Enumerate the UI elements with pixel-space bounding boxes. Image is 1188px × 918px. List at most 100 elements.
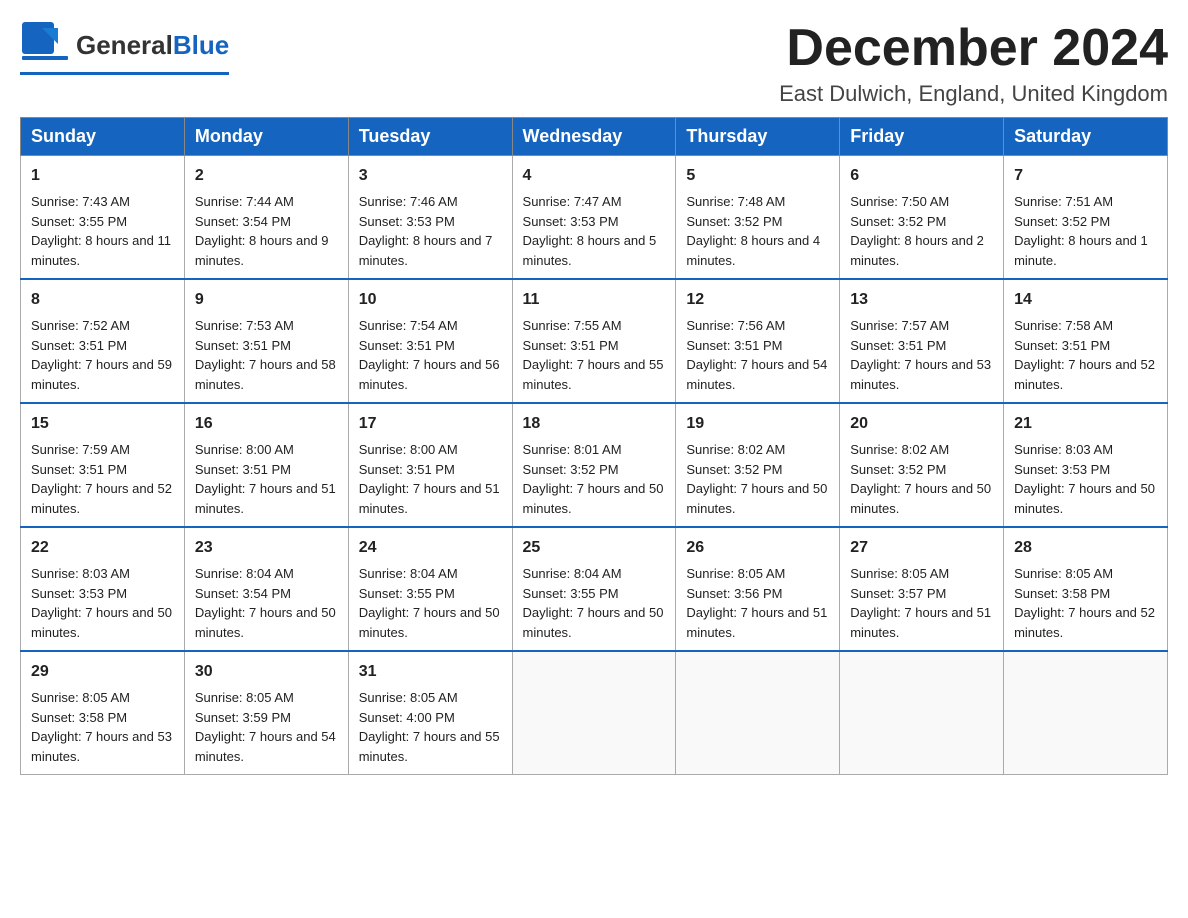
- day-number: 17: [359, 412, 502, 436]
- sunset-label: Sunset: 3:52 PM: [686, 214, 782, 229]
- daylight-label: Daylight: 7 hours and 50 minutes.: [523, 481, 664, 516]
- sunrise-label: Sunrise: 7:58 AM: [1014, 318, 1113, 333]
- sunrise-label: Sunrise: 8:00 AM: [359, 442, 458, 457]
- page-header: GeneralBlue December 2024 East Dulwich, …: [20, 20, 1168, 107]
- calendar-cell: 22 Sunrise: 8:03 AM Sunset: 3:53 PM Dayl…: [21, 527, 185, 651]
- calendar-cell: 6 Sunrise: 7:50 AM Sunset: 3:52 PM Dayli…: [840, 156, 1004, 280]
- day-number: 8: [31, 288, 174, 312]
- calendar-cell: 26 Sunrise: 8:05 AM Sunset: 3:56 PM Dayl…: [676, 527, 840, 651]
- calendar-cell: 31 Sunrise: 8:05 AM Sunset: 4:00 PM Dayl…: [348, 651, 512, 775]
- daylight-label: Daylight: 7 hours and 52 minutes.: [31, 481, 172, 516]
- daylight-label: Daylight: 7 hours and 56 minutes.: [359, 357, 500, 392]
- sunset-label: Sunset: 3:52 PM: [686, 462, 782, 477]
- day-number: 12: [686, 288, 829, 312]
- sunrise-label: Sunrise: 7:50 AM: [850, 194, 949, 209]
- calendar-cell: 12 Sunrise: 7:56 AM Sunset: 3:51 PM Dayl…: [676, 279, 840, 403]
- calendar-cell: 7 Sunrise: 7:51 AM Sunset: 3:52 PM Dayli…: [1004, 156, 1168, 280]
- day-number: 25: [523, 536, 666, 560]
- sunset-label: Sunset: 3:51 PM: [195, 338, 291, 353]
- sunset-label: Sunset: 3:55 PM: [359, 586, 455, 601]
- sunset-label: Sunset: 3:52 PM: [1014, 214, 1110, 229]
- day-number: 1: [31, 164, 174, 188]
- day-number: 21: [1014, 412, 1157, 436]
- daylight-label: Daylight: 8 hours and 1 minute.: [1014, 233, 1148, 268]
- location: East Dulwich, England, United Kingdom: [779, 81, 1168, 107]
- day-number: 23: [195, 536, 338, 560]
- sunset-label: Sunset: 3:51 PM: [523, 338, 619, 353]
- sunset-label: Sunset: 3:53 PM: [1014, 462, 1110, 477]
- calendar-cell: 16 Sunrise: 8:00 AM Sunset: 3:51 PM Dayl…: [184, 403, 348, 527]
- sunrise-label: Sunrise: 7:46 AM: [359, 194, 458, 209]
- calendar-header-row: Sunday Monday Tuesday Wednesday Thursday…: [21, 118, 1168, 156]
- calendar-week-row: 1 Sunrise: 7:43 AM Sunset: 3:55 PM Dayli…: [21, 156, 1168, 280]
- day-number: 24: [359, 536, 502, 560]
- calendar-cell: 29 Sunrise: 8:05 AM Sunset: 3:58 PM Dayl…: [21, 651, 185, 775]
- sunset-label: Sunset: 3:52 PM: [523, 462, 619, 477]
- daylight-label: Daylight: 8 hours and 5 minutes.: [523, 233, 657, 268]
- calendar-table: Sunday Monday Tuesday Wednesday Thursday…: [20, 117, 1168, 775]
- sunset-label: Sunset: 3:54 PM: [195, 214, 291, 229]
- sunrise-label: Sunrise: 8:05 AM: [359, 690, 458, 705]
- calendar-cell: 10 Sunrise: 7:54 AM Sunset: 3:51 PM Dayl…: [348, 279, 512, 403]
- day-number: 29: [31, 660, 174, 684]
- sunrise-label: Sunrise: 7:57 AM: [850, 318, 949, 333]
- col-friday: Friday: [840, 118, 1004, 156]
- sunset-label: Sunset: 3:51 PM: [31, 338, 127, 353]
- daylight-label: Daylight: 7 hours and 58 minutes.: [195, 357, 336, 392]
- title-block: December 2024 East Dulwich, England, Uni…: [779, 20, 1168, 107]
- calendar-cell: [840, 651, 1004, 775]
- daylight-label: Daylight: 7 hours and 55 minutes.: [523, 357, 664, 392]
- calendar-cell: 17 Sunrise: 8:00 AM Sunset: 3:51 PM Dayl…: [348, 403, 512, 527]
- daylight-label: Daylight: 7 hours and 50 minutes.: [1014, 481, 1155, 516]
- calendar-cell: 13 Sunrise: 7:57 AM Sunset: 3:51 PM Dayl…: [840, 279, 1004, 403]
- daylight-label: Daylight: 7 hours and 54 minutes.: [686, 357, 827, 392]
- calendar-cell: 9 Sunrise: 7:53 AM Sunset: 3:51 PM Dayli…: [184, 279, 348, 403]
- calendar-week-row: 15 Sunrise: 7:59 AM Sunset: 3:51 PM Dayl…: [21, 403, 1168, 527]
- sunrise-label: Sunrise: 7:53 AM: [195, 318, 294, 333]
- day-number: 11: [523, 288, 666, 312]
- day-number: 27: [850, 536, 993, 560]
- calendar-cell: 3 Sunrise: 7:46 AM Sunset: 3:53 PM Dayli…: [348, 156, 512, 280]
- calendar-cell: 28 Sunrise: 8:05 AM Sunset: 3:58 PM Dayl…: [1004, 527, 1168, 651]
- sunrise-label: Sunrise: 7:48 AM: [686, 194, 785, 209]
- sunrise-label: Sunrise: 8:05 AM: [31, 690, 130, 705]
- daylight-label: Daylight: 8 hours and 11 minutes.: [31, 233, 171, 268]
- calendar-week-row: 22 Sunrise: 8:03 AM Sunset: 3:53 PM Dayl…: [21, 527, 1168, 651]
- sunset-label: Sunset: 4:00 PM: [359, 710, 455, 725]
- daylight-label: Daylight: 7 hours and 51 minutes.: [359, 481, 500, 516]
- daylight-label: Daylight: 8 hours and 4 minutes.: [686, 233, 820, 268]
- daylight-label: Daylight: 7 hours and 51 minutes.: [686, 605, 827, 640]
- day-number: 19: [686, 412, 829, 436]
- sunrise-label: Sunrise: 7:56 AM: [686, 318, 785, 333]
- month-title: December 2024: [779, 20, 1168, 77]
- day-number: 16: [195, 412, 338, 436]
- sunrise-label: Sunrise: 8:05 AM: [686, 566, 785, 581]
- calendar-cell: 19 Sunrise: 8:02 AM Sunset: 3:52 PM Dayl…: [676, 403, 840, 527]
- calendar-cell: [1004, 651, 1168, 775]
- col-wednesday: Wednesday: [512, 118, 676, 156]
- sunset-label: Sunset: 3:51 PM: [195, 462, 291, 477]
- calendar-cell: 20 Sunrise: 8:02 AM Sunset: 3:52 PM Dayl…: [840, 403, 1004, 527]
- sunset-label: Sunset: 3:59 PM: [195, 710, 291, 725]
- calendar-cell: 14 Sunrise: 7:58 AM Sunset: 3:51 PM Dayl…: [1004, 279, 1168, 403]
- col-thursday: Thursday: [676, 118, 840, 156]
- day-number: 28: [1014, 536, 1157, 560]
- daylight-label: Daylight: 7 hours and 55 minutes.: [359, 729, 500, 764]
- calendar-cell: 4 Sunrise: 7:47 AM Sunset: 3:53 PM Dayli…: [512, 156, 676, 280]
- col-sunday: Sunday: [21, 118, 185, 156]
- day-number: 20: [850, 412, 993, 436]
- daylight-label: Daylight: 8 hours and 2 minutes.: [850, 233, 984, 268]
- sunrise-label: Sunrise: 7:52 AM: [31, 318, 130, 333]
- sunrise-label: Sunrise: 8:03 AM: [1014, 442, 1113, 457]
- calendar-cell: 8 Sunrise: 7:52 AM Sunset: 3:51 PM Dayli…: [21, 279, 185, 403]
- sunrise-label: Sunrise: 8:00 AM: [195, 442, 294, 457]
- day-number: 4: [523, 164, 666, 188]
- calendar-cell: 27 Sunrise: 8:05 AM Sunset: 3:57 PM Dayl…: [840, 527, 1004, 651]
- day-number: 22: [31, 536, 174, 560]
- sunset-label: Sunset: 3:51 PM: [850, 338, 946, 353]
- sunrise-label: Sunrise: 7:47 AM: [523, 194, 622, 209]
- sunset-label: Sunset: 3:58 PM: [31, 710, 127, 725]
- sunrise-label: Sunrise: 7:59 AM: [31, 442, 130, 457]
- daylight-label: Daylight: 7 hours and 50 minutes.: [850, 481, 991, 516]
- sunrise-label: Sunrise: 8:01 AM: [523, 442, 622, 457]
